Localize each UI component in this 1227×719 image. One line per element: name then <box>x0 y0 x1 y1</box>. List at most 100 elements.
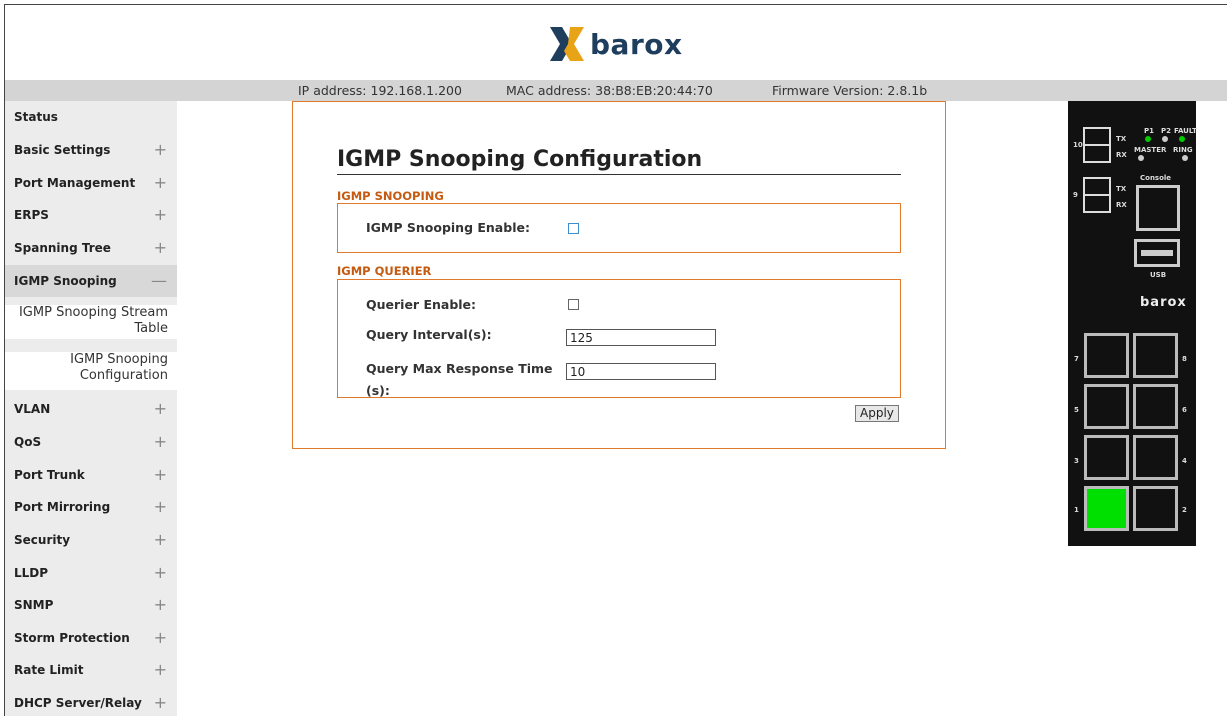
sidebar-item-label: Port Mirroring <box>14 500 111 514</box>
expand-icon[interactable]: + <box>154 530 167 549</box>
sidebar-item-port-management[interactable]: Port Management + <box>5 167 177 199</box>
expand-icon[interactable]: + <box>154 497 167 516</box>
sfp-rx-label: RX <box>1116 151 1127 159</box>
console-label: Console <box>1140 174 1172 182</box>
subitem-label-line2: Table <box>134 321 168 336</box>
sidebar-item-label: DHCP Server/Relay <box>14 696 142 710</box>
query-max-response-label-line2: (s): <box>366 383 390 398</box>
sidebar-item-label: Status <box>14 110 58 124</box>
sidebar: Status Basic Settings + Port Management … <box>5 101 177 716</box>
led-master <box>1138 155 1144 161</box>
sidebar-item-port-trunk[interactable]: Port Trunk + <box>5 459 177 491</box>
sidebar-item-label: Rate Limit <box>14 663 84 677</box>
switch-front-panel: P1 P2 FAULT MASTER RING 10 TX RX 9 TX RX… <box>1068 101 1197 546</box>
query-interval-input[interactable] <box>566 329 716 346</box>
rj45-port-2 <box>1133 486 1178 531</box>
sidebar-item-label: ERPS <box>14 208 49 222</box>
subitem-label-line1: IGMP Snooping <box>70 352 168 367</box>
expand-icon[interactable]: + <box>154 140 167 159</box>
rj45-port-7 <box>1084 333 1129 378</box>
rj45-port-6 <box>1133 384 1178 429</box>
info-bar: IP address: 192.168.1.200 MAC address: 3… <box>5 80 1227 101</box>
led-ring <box>1182 155 1188 161</box>
sfp-port-10 <box>1083 127 1111 163</box>
sidebar-subitem-igmp-stream-table[interactable]: IGMP Snooping Stream Table <box>5 305 177 339</box>
subitem-label-line2: Configuration <box>79 368 168 383</box>
expand-icon[interactable]: + <box>154 693 167 712</box>
expand-icon[interactable]: + <box>154 432 167 451</box>
firmware-version: Firmware Version: 2.8.1b <box>772 83 928 98</box>
sidebar-item-vlan[interactable]: VLAN + <box>5 393 177 425</box>
port-number-6: 6 <box>1182 406 1187 414</box>
querier-enable-checkbox[interactable] <box>568 299 579 310</box>
barox-logo: barox <box>548 24 683 64</box>
sidebar-item-port-mirroring[interactable]: Port Mirroring + <box>5 491 177 523</box>
section-heading-igmp-querier: IGMP QUERIER <box>337 264 432 278</box>
sidebar-item-label: Port Trunk <box>14 468 85 482</box>
querier-enable-label: Querier Enable: <box>366 297 477 312</box>
led-p2 <box>1162 136 1168 142</box>
sidebar-subitem-igmp-configuration[interactable]: IGMP Snooping Configuration <box>5 352 177 390</box>
led-fault <box>1179 136 1185 142</box>
expand-icon[interactable]: + <box>154 595 167 614</box>
sfp-rx-label: RX <box>1116 201 1127 209</box>
igmp-snooping-section: IGMP Snooping Enable: <box>337 203 901 253</box>
sfp-tx-label: TX <box>1116 135 1127 143</box>
mac-address: MAC address: 38:B8:EB:20:44:70 <box>506 83 713 98</box>
expand-icon[interactable]: + <box>154 205 167 224</box>
led-label-ring: RING <box>1173 146 1193 154</box>
expand-icon[interactable]: + <box>154 399 167 418</box>
expand-icon[interactable]: + <box>154 660 167 679</box>
sfp-label-10: 10 <box>1073 141 1083 149</box>
led-label-p1: P1 <box>1144 127 1155 135</box>
sidebar-item-security[interactable]: Security + <box>5 524 177 556</box>
console-port <box>1136 185 1180 231</box>
rj45-port-5 <box>1084 384 1129 429</box>
page-title: IGMP Snooping Configuration <box>337 147 901 175</box>
device-brand: barox <box>1140 295 1187 310</box>
usb-label: USB <box>1150 271 1167 279</box>
led-p1 <box>1145 136 1151 142</box>
sidebar-item-erps[interactable]: ERPS + <box>5 199 177 231</box>
query-max-response-input[interactable] <box>566 363 716 380</box>
snooping-enable-checkbox[interactable] <box>568 223 579 234</box>
query-interval-label: Query Interval(s): <box>366 327 492 342</box>
sidebar-item-label: Spanning Tree <box>14 241 111 255</box>
brand-name: barox <box>590 27 683 61</box>
sfp-label-9: 9 <box>1073 191 1078 199</box>
sidebar-item-label: Basic Settings <box>14 143 111 157</box>
sidebar-item-spanning-tree[interactable]: Spanning Tree + <box>5 232 177 264</box>
sidebar-item-label: IGMP Snooping <box>14 274 117 288</box>
port-number-4: 4 <box>1182 457 1187 465</box>
apply-button[interactable]: Apply <box>855 405 899 422</box>
sidebar-item-dhcp-server-relay[interactable]: DHCP Server/Relay + <box>5 687 177 719</box>
port-number-7: 7 <box>1074 355 1079 363</box>
port-number-5: 5 <box>1074 406 1079 414</box>
section-heading-igmp-snooping: IGMP SNOOPING <box>337 189 444 203</box>
sidebar-item-status[interactable]: Status <box>5 101 177 133</box>
rj45-port-1-active <box>1084 486 1129 531</box>
sidebar-item-storm-protection[interactable]: Storm Protection + <box>5 622 177 654</box>
expand-icon[interactable]: + <box>154 628 167 647</box>
ip-address: IP address: 192.168.1.200 <box>298 83 462 98</box>
sidebar-item-label: Port Management <box>14 176 136 190</box>
sidebar-item-qos[interactable]: QoS + <box>5 426 177 458</box>
expand-icon[interactable]: + <box>154 465 167 484</box>
sidebar-item-label: SNMP <box>14 598 54 612</box>
sidebar-item-igmp-snooping[interactable]: IGMP Snooping — <box>5 265 177 297</box>
usb-port <box>1134 239 1180 267</box>
sidebar-item-lldp[interactable]: LLDP + <box>5 557 177 589</box>
sidebar-item-label: LLDP <box>14 566 49 580</box>
query-max-response-label-line1: Query Max Response Time <box>366 361 553 376</box>
port-number-2: 2 <box>1182 506 1187 514</box>
igmp-querier-section: Querier Enable: Query Interval(s): Query… <box>337 279 901 398</box>
expand-icon[interactable]: + <box>154 173 167 192</box>
expand-icon[interactable]: + <box>154 563 167 582</box>
sidebar-item-rate-limit[interactable]: Rate Limit + <box>5 654 177 686</box>
collapse-icon[interactable]: — <box>151 271 167 290</box>
sfp-tx-label: TX <box>1116 185 1127 193</box>
expand-icon[interactable]: + <box>154 238 167 257</box>
sidebar-item-basic-settings[interactable]: Basic Settings + <box>5 134 177 166</box>
snooping-enable-label: IGMP Snooping Enable: <box>366 220 530 235</box>
sidebar-item-snmp[interactable]: SNMP + <box>5 589 177 621</box>
